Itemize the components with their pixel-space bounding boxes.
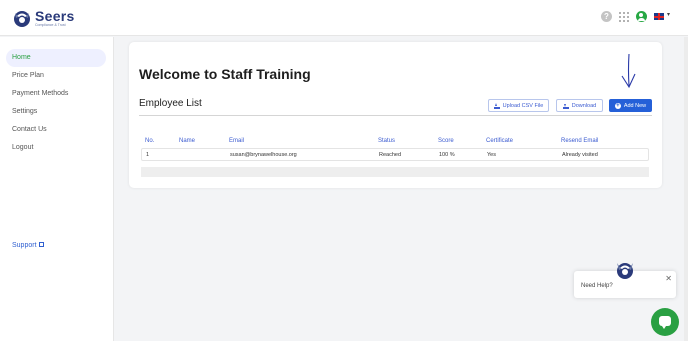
sidebar-item-payment-methods[interactable]: Payment Methods [6,85,106,103]
page-scrollbar[interactable] [684,37,688,341]
uk-flag-icon[interactable] [653,13,664,20]
help-icon[interactable]: ? [600,11,612,22]
col-header-status[interactable]: Status [378,138,395,144]
cell-no: 1 [146,152,150,158]
plus-icon: + [614,102,621,109]
sidebar-item-contact-us[interactable]: Contact Us [6,121,106,139]
cell-resend-email[interactable]: Already visited [562,152,598,158]
sidebar-item-logout[interactable]: Logout [6,139,106,157]
cell-status: Reached [379,152,402,158]
sidebar: Home Price Plan Payment Methods Settings… [0,37,114,341]
col-header-name[interactable]: Name [179,138,195,144]
employee-list-title: Employee List [139,98,202,109]
table-footer [141,167,649,177]
download-label: Download [571,102,597,109]
col-header-no[interactable]: No. [145,138,154,144]
col-header-email[interactable]: Email [229,138,244,144]
table-row[interactable]: 1 susan@brynawelhouse.org Reached 100 % … [141,148,649,161]
support-label: Support [12,242,37,249]
page-title: Welcome to Staff Training [139,66,311,82]
sidebar-item-price-plan[interactable]: Price Plan [6,67,106,85]
cell-score: 100 % [439,152,455,158]
seers-logo-icon [14,11,30,27]
staff-training-card: Welcome to Staff Training Employee List … [129,42,662,188]
cell-certificate: Yes [487,152,496,158]
add-new-button[interactable]: + Add New [609,99,652,112]
sidebar-item-settings[interactable]: Settings [6,103,106,121]
add-new-label: Add New [623,102,647,109]
upload-icon [493,102,500,109]
external-link-icon [38,242,44,247]
download-icon [562,103,569,109]
upload-csv-button[interactable]: Upload CSV File [488,99,549,112]
download-button[interactable]: Download [556,99,603,112]
brand-name: Seers [35,7,75,24]
chat-icon [659,316,671,329]
hand-drawn-arrow-annotation [621,53,636,89]
brand-tagline: Compliance & Trust [35,22,66,27]
support-link[interactable]: Support [12,242,44,249]
top-bar: Seers Compliance & Trust ? ▾ [0,0,688,36]
employee-table: No. Name Email Status Score Certificate … [141,136,649,177]
col-header-resend-email[interactable]: Resend Email [561,138,598,144]
close-icon[interactable]: ✕ [665,274,672,283]
chevron-down-icon[interactable]: ▾ [667,11,670,18]
col-header-certificate[interactable]: Certificate [486,138,513,144]
chat-button[interactable] [651,308,679,336]
cell-email: susan@brynawelhouse.org [230,152,297,158]
seers-widget-logo-icon [617,263,633,279]
sidebar-item-home[interactable]: Home [6,49,106,67]
upload-csv-label: Upload CSV File [502,102,544,109]
table-header: No. Name Email Status Score Certificate … [141,136,649,148]
user-profile-icon[interactable] [635,11,647,22]
seers-logo[interactable]: Seers Compliance & Trust [12,8,75,28]
apps-grid-icon[interactable] [618,11,629,22]
col-header-score[interactable]: Score [438,138,454,144]
section-divider [139,115,652,116]
need-help-text: Need Help? [581,283,613,289]
